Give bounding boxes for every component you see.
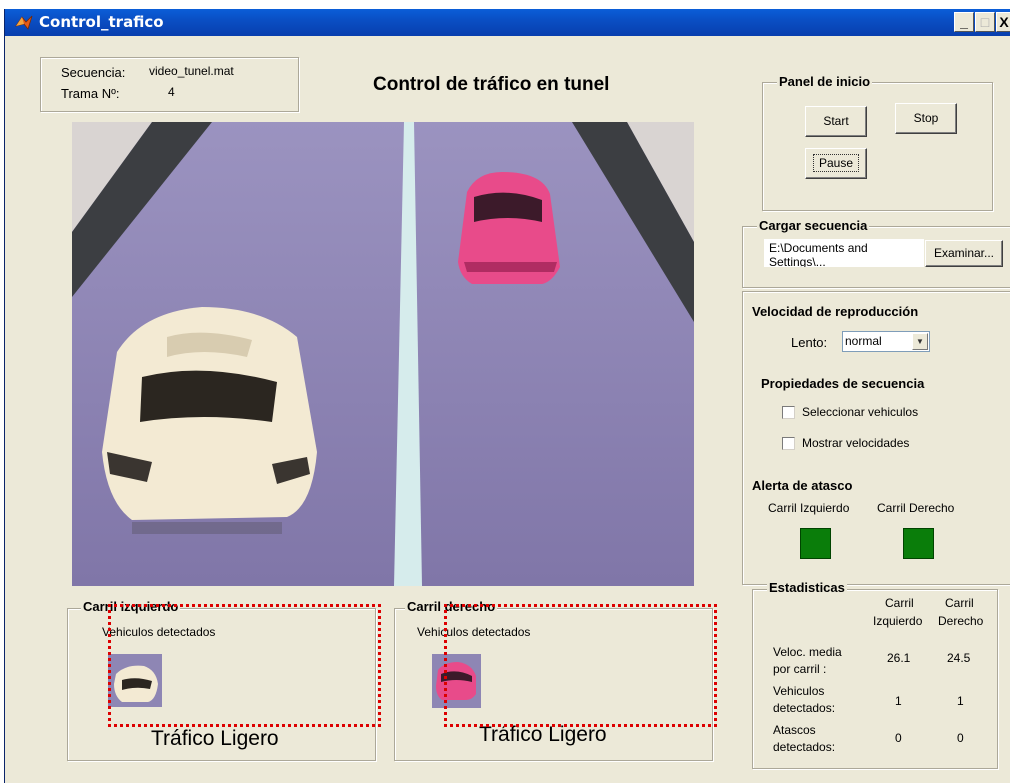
stats-speed-left: 26.1 (887, 651, 911, 665)
stats-col-left-line1: Carril (885, 596, 914, 610)
stats-jams-left: 0 (895, 731, 902, 745)
stats-row-vehicles-label-2: detectados: (773, 701, 836, 715)
close-button[interactable]: X (996, 12, 1010, 32)
jam-indicator-left (800, 528, 831, 559)
matlab-icon (15, 15, 33, 30)
lane-left-traffic-status: Tráfico Ligero (151, 727, 279, 750)
speed-label: Lento: (791, 335, 828, 350)
sequence-path-field[interactable]: E:\Documents and Settings\... (764, 239, 924, 267)
browse-button[interactable]: Examinar... (925, 240, 1003, 267)
minimize-button[interactable]: _ (954, 12, 974, 32)
frame-label: Trama Nº: (61, 86, 120, 101)
main-title: Control de tráfico en tunel (373, 74, 610, 95)
start-button[interactable]: Start (805, 106, 867, 137)
select-vehicles-label: Seleccionar vehiculos (802, 405, 919, 419)
lane-right-highlight (444, 604, 717, 727)
speed-select[interactable]: normal ▼ (842, 331, 930, 352)
pink-car (458, 172, 560, 284)
stats-row-jams-label-2: detectados: (773, 740, 836, 754)
select-vehicles-checkbox[interactable] (782, 406, 795, 419)
stats-row-speed-label-2: por carril : (773, 662, 827, 676)
app-window: Control_trafico _ □ X Secuencia: video_t… (4, 9, 1010, 783)
properties-title: Propiedades de secuencia (761, 376, 925, 391)
show-speeds-checkbox[interactable] (782, 437, 795, 450)
load-panel-title: Cargar secuencia (757, 218, 870, 233)
white-car (102, 307, 317, 534)
window-title: Control_trafico (39, 13, 164, 31)
start-panel (762, 82, 993, 211)
start-panel-title: Panel de inicio (777, 74, 873, 89)
stats-row-jams-label-1: Atascos (773, 723, 816, 737)
stats-col-right-line1: Carril (945, 596, 974, 610)
sequence-value: video_tunel.mat (149, 64, 234, 78)
jam-indicator-right (903, 528, 934, 559)
title-bar: Control_trafico _ □ X (5, 9, 1010, 36)
stats-row-vehicles-label-1: Vehiculos (773, 684, 825, 698)
video-frame (72, 122, 694, 586)
show-speeds-label: Mostrar velocidades (802, 436, 910, 450)
sequence-label: Secuencia: (61, 65, 126, 80)
speed-selected-value: normal (845, 334, 882, 348)
frame-value: 4 (168, 85, 175, 99)
speed-title: Velocidad de reproducción (752, 304, 919, 319)
stats-col-left-line2: Izquierdo (873, 614, 923, 628)
stats-jams-right: 0 (957, 731, 964, 745)
stats-vehicles-right: 1 (957, 694, 964, 708)
pause-button-label: Pause (812, 154, 860, 172)
stats-vehicles-left: 1 (895, 694, 902, 708)
pause-button[interactable]: Pause (805, 148, 867, 179)
alert-title: Alerta de atasco (752, 478, 853, 493)
figure-area: Secuencia: video_tunel.mat Trama Nº: 4 C… (5, 36, 1010, 783)
alert-left-label: Carril Izquierdo (768, 501, 850, 515)
alert-right-label: Carril Derecho (877, 501, 955, 515)
stats-speed-right: 24.5 (947, 651, 971, 665)
stats-col-right-line2: Derecho (938, 614, 984, 628)
tunnel-scene (72, 122, 694, 586)
maximize-button[interactable]: □ (975, 12, 995, 32)
chevron-down-icon[interactable]: ▼ (912, 333, 928, 350)
stop-button[interactable]: Stop (895, 103, 957, 134)
lane-left-highlight (108, 604, 381, 727)
stats-title: Estadisticas (767, 580, 847, 595)
stats-row-speed-label-1: Veloc. media (773, 645, 842, 659)
